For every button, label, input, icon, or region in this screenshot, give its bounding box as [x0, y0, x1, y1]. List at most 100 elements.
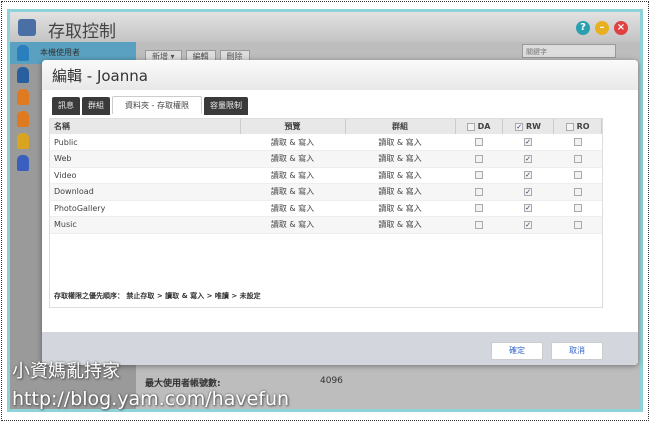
ro-cell: [553, 200, 602, 217]
preview-permission: 讀取 & 寫入: [240, 167, 345, 184]
rw-cell: ✓: [502, 134, 554, 151]
table-row: Web 讀取 & 寫入 讀取 & 寫入 ✓: [50, 150, 602, 168]
ro-checkbox[interactable]: [573, 154, 582, 163]
permissions-table-box: 名稱 預覽 群組 DA ✓ RW RO Public 讀取 & 寫入 讀取 & 寫入…: [49, 118, 603, 308]
ro-cell: [553, 183, 602, 201]
search-input[interactable]: 關鍵字: [522, 44, 616, 58]
dialog-title: 編輯 - Joanna: [52, 67, 148, 85]
col-da-label: DA: [477, 122, 491, 131]
tab-quota[interactable]: 容量限制: [203, 97, 248, 115]
priority-note: 存取權限之優先順序： 禁止存取 > 讀取 & 寫入 > 唯讀 > 未設定: [54, 292, 261, 300]
group-permission: 讀取 & 寫入: [345, 183, 455, 201]
folder-name: Public: [50, 134, 240, 151]
ro-all-checkbox[interactable]: [565, 122, 574, 131]
da-cell: [455, 134, 503, 151]
preview-permission: 讀取 & 寫入: [240, 183, 345, 201]
group-permission: 讀取 & 寫入: [345, 200, 455, 217]
preview-permission: 讀取 & 寫入: [240, 150, 345, 168]
ro-checkbox[interactable]: [573, 204, 582, 213]
close-icon[interactable]: ×: [614, 21, 628, 35]
dialog-footer: 確定 取消: [42, 332, 638, 365]
da-cell: [455, 216, 503, 234]
ro-cell: [553, 134, 602, 151]
rw-cell: ✓: [502, 200, 554, 217]
rw-checkbox[interactable]: ✓: [524, 171, 533, 180]
preview-permission: 讀取 & 寫入: [240, 134, 345, 151]
folder-name: Video: [50, 167, 240, 184]
da-all-checkbox[interactable]: [466, 122, 475, 131]
da-checkbox[interactable]: [474, 187, 483, 196]
table-row: Music 讀取 & 寫入 讀取 & 寫入 ✓: [50, 216, 602, 234]
rw-checkbox[interactable]: ✓: [524, 154, 533, 163]
da-cell: [455, 183, 503, 201]
minimize-icon[interactable]: –: [595, 21, 609, 35]
window-title: 存取控制: [48, 22, 116, 42]
edit-dialog: 編輯 - Joanna 訊息 群組 資料夾 - 存取權限 容量限制 名稱 預覽 群組 …: [42, 60, 638, 365]
sidebar-icon: [17, 111, 29, 127]
folder-name: Web: [50, 150, 240, 168]
table-row: Public 讀取 & 寫入 讀取 & 寫入 ✓: [50, 134, 602, 151]
col-preview: 預覽: [240, 119, 346, 134]
table-row: Video 讀取 & 寫入 讀取 & 寫入 ✓: [50, 167, 602, 184]
folder-name: Music: [50, 216, 240, 234]
ro-checkbox[interactable]: [573, 171, 582, 180]
rw-cell: ✓: [502, 216, 554, 234]
watermark-url: http://blog.yam.com/havefun: [12, 388, 290, 410]
sidebar-icon: [17, 45, 29, 61]
sidebar-icon: [17, 133, 29, 149]
rw-cell: ✓: [502, 150, 554, 168]
rw-checkbox[interactable]: ✓: [524, 220, 533, 229]
group-permission: 讀取 & 寫入: [345, 216, 455, 234]
da-checkbox[interactable]: [474, 204, 483, 213]
help-icon[interactable]: ?: [576, 21, 590, 35]
ro-checkbox[interactable]: [573, 138, 582, 146]
col-ro: RO: [553, 119, 602, 134]
col-group: 群組: [345, 119, 456, 134]
da-checkbox[interactable]: [474, 171, 483, 180]
watermark-title: 小資媽亂持家: [12, 361, 120, 382]
rw-checkbox[interactable]: ✓: [524, 187, 533, 196]
rw-cell: ✓: [502, 183, 554, 201]
rw-all-checkbox[interactable]: ✓: [515, 122, 524, 131]
col-ro-label: RO: [576, 122, 590, 131]
da-checkbox[interactable]: [474, 138, 483, 146]
max-users-value: 4096: [320, 376, 343, 386]
sidebar-icon: [17, 155, 29, 171]
ro-checkbox[interactable]: [573, 187, 582, 196]
ro-checkbox[interactable]: [573, 220, 582, 229]
folder-name: PhotoGallery: [50, 200, 240, 217]
cancel-button[interactable]: 取消: [551, 342, 603, 360]
preview-permission: 讀取 & 寫入: [240, 200, 345, 217]
table-row: PhotoGallery 讀取 & 寫入 讀取 & 寫入 ✓: [50, 200, 602, 217]
ok-button[interactable]: 確定: [491, 342, 543, 360]
tab-folder-permissions[interactable]: 資料夾 - 存取權限: [112, 96, 202, 114]
sidebar-icon: [17, 67, 29, 83]
app-icon: [18, 19, 36, 36]
col-rw-label: RW: [526, 122, 541, 131]
da-cell: [455, 167, 503, 184]
title-bar: 存取控制 ? – ×: [10, 12, 640, 42]
sidebar-item-label: 本機使用者: [40, 48, 80, 57]
col-name: 名稱: [50, 119, 241, 134]
da-checkbox[interactable]: [474, 154, 483, 163]
preview-permission: 讀取 & 寫入: [240, 216, 345, 234]
col-da: DA: [455, 119, 503, 134]
group-permission: 讀取 & 寫入: [345, 167, 455, 184]
table-row: Download 讀取 & 寫入 讀取 & 寫入 ✓: [50, 183, 602, 201]
col-rw: ✓ RW: [502, 119, 555, 134]
group-permission: 讀取 & 寫入: [345, 134, 455, 151]
sidebar-icon: [17, 89, 29, 105]
tab-info[interactable]: 訊息: [52, 97, 80, 115]
folder-name: Download: [50, 183, 240, 201]
rw-checkbox[interactable]: ✓: [524, 138, 533, 146]
tab-bar: 訊息 群組 資料夾 - 存取權限 容量限制: [52, 93, 250, 115]
da-cell: [455, 200, 503, 217]
tab-groups[interactable]: 群組: [82, 97, 110, 115]
rw-checkbox[interactable]: ✓: [524, 204, 533, 213]
da-checkbox[interactable]: [474, 220, 483, 229]
group-permission: 讀取 & 寫入: [345, 150, 455, 168]
permissions-table: 名稱 預覽 群組 DA ✓ RW RO Public 讀取 & 寫入 讀取 & 寫入…: [50, 119, 602, 234]
ro-cell: [553, 216, 602, 234]
rw-cell: ✓: [502, 167, 554, 184]
ro-cell: [553, 150, 602, 168]
